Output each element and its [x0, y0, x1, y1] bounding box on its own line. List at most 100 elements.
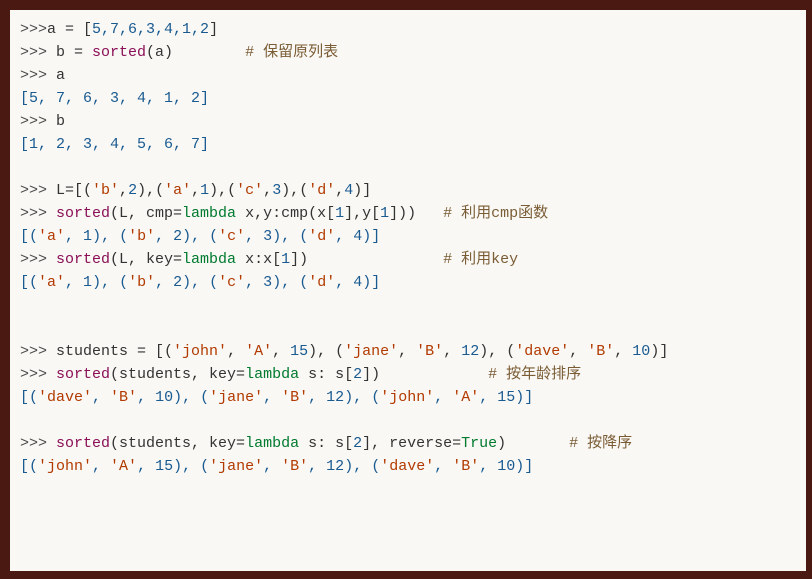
string-literal: 'dave': [380, 458, 434, 475]
string-literal: 'b': [128, 228, 155, 245]
function-name: sorted: [56, 205, 110, 222]
number-literal: 4: [353, 228, 362, 245]
number-literal: 2: [173, 228, 182, 245]
blank-line: [20, 317, 800, 340]
number-literal: 2: [128, 182, 137, 199]
number-literal: 12: [326, 458, 344, 475]
output-text: ,: [92, 389, 110, 406]
code-text: )]: [650, 343, 668, 360]
code-text: b =: [56, 44, 92, 61]
string-literal: 'jane': [209, 389, 263, 406]
code-text: ,: [227, 343, 245, 360]
output-text: )]: [362, 274, 380, 291]
output-line: [('john', 'A', 15), ('jane', 'B', 12), (…: [20, 455, 800, 478]
code-line: >>> sorted(students, key=lambda s: s[2])…: [20, 363, 800, 386]
code-text: ,: [272, 343, 290, 360]
code-text: ,: [335, 182, 344, 199]
number-literal: 12: [461, 343, 479, 360]
code-text: x,y:cmp(x[: [236, 205, 335, 222]
prompt: >>>: [20, 113, 56, 130]
code-text: ,: [614, 343, 632, 360]
code-text: s: s[: [299, 435, 353, 452]
output-text: )]: [362, 228, 380, 245]
number-literal: 2: [353, 435, 362, 452]
code-text: ], reverse=: [362, 435, 461, 452]
code-line: >>> sorted(L, cmp=lambda x,y:cmp(x[1],y[…: [20, 202, 800, 225]
code-line: >>> b = sorted(a) # 保留原列表: [20, 41, 800, 64]
string-literal: 'B': [416, 343, 443, 360]
output-text: ,: [155, 274, 173, 291]
string-literal: 'john': [173, 343, 227, 360]
keyword: True: [461, 435, 497, 452]
string-literal: 'A': [110, 458, 137, 475]
string-literal: 'dave': [38, 389, 92, 406]
output-text: ,: [245, 228, 263, 245]
code-text: (L, cmp=: [110, 205, 182, 222]
output-text: ), (: [272, 274, 308, 291]
string-literal: 'd': [308, 274, 335, 291]
string-literal: 'B': [587, 343, 614, 360]
code-text: )]: [353, 182, 371, 199]
code-text: ]): [362, 366, 488, 383]
number-literal: 10: [497, 458, 515, 475]
output-text: )]: [515, 458, 533, 475]
code-text: (a): [146, 44, 245, 61]
output-line: [('dave', 'B', 10), ('jane', 'B', 12), (…: [20, 386, 800, 409]
number-literal: 10: [155, 389, 173, 406]
string-literal: 'john': [38, 458, 92, 475]
string-literal: 'jane': [344, 343, 398, 360]
code-text: ), (: [308, 343, 344, 360]
code-text: ,: [191, 182, 200, 199]
output-text: [(: [20, 274, 38, 291]
number-literal: 1: [200, 182, 209, 199]
string-literal: 'b': [92, 182, 119, 199]
string-literal: 'c': [236, 182, 263, 199]
string-literal: 'c': [218, 274, 245, 291]
string-literal: 'a': [38, 274, 65, 291]
code-text: L=[(: [56, 182, 92, 199]
number-literal: 10: [632, 343, 650, 360]
code-text: ,: [119, 182, 128, 199]
prompt: >>>: [20, 205, 56, 222]
code-text: a: [56, 67, 65, 84]
string-literal: 'c': [218, 228, 245, 245]
output-text: ,: [308, 458, 326, 475]
string-literal: 'd': [308, 182, 335, 199]
output-text: ), (: [173, 389, 209, 406]
output-text: [5, 7, 6, 3, 4, 1, 2]: [20, 90, 209, 107]
number-literal: 1: [380, 205, 389, 222]
code-line: >>> a: [20, 64, 800, 87]
number-literal: 3: [263, 228, 272, 245]
output-text: ,: [434, 458, 452, 475]
output-text: ,: [479, 389, 497, 406]
output-text: ), (: [344, 389, 380, 406]
code-text: ): [497, 435, 569, 452]
blank-line: [20, 294, 800, 317]
number-literal: 3: [263, 274, 272, 291]
output-text: ), (: [92, 228, 128, 245]
number-literal: 4: [353, 274, 362, 291]
number-literal: 3: [272, 182, 281, 199]
code-text: (L, key=: [110, 251, 182, 268]
number-literal: 2: [353, 366, 362, 383]
blank-line: [20, 409, 800, 432]
output-line: [5, 7, 6, 3, 4, 1, 2]: [20, 87, 800, 110]
function-name: sorted: [56, 251, 110, 268]
number-literal: 15: [155, 458, 173, 475]
code-text: x:x[: [236, 251, 281, 268]
prompt: >>>: [20, 182, 56, 199]
number-literal: 1: [83, 274, 92, 291]
prompt: >>>: [20, 44, 56, 61]
string-literal: 'A': [452, 389, 479, 406]
output-text: ), (: [344, 458, 380, 475]
code-text: ), (: [479, 343, 515, 360]
keyword: lambda: [182, 205, 236, 222]
function-name: sorted: [56, 366, 110, 383]
string-literal: 'a': [38, 228, 65, 245]
code-text: ,: [398, 343, 416, 360]
number-literal: 15: [497, 389, 515, 406]
comment: # 利用cmp函数: [443, 205, 548, 222]
code-text: ),(: [281, 182, 308, 199]
code-text: (students, key=: [110, 366, 245, 383]
comment: # 利用key: [443, 251, 518, 268]
